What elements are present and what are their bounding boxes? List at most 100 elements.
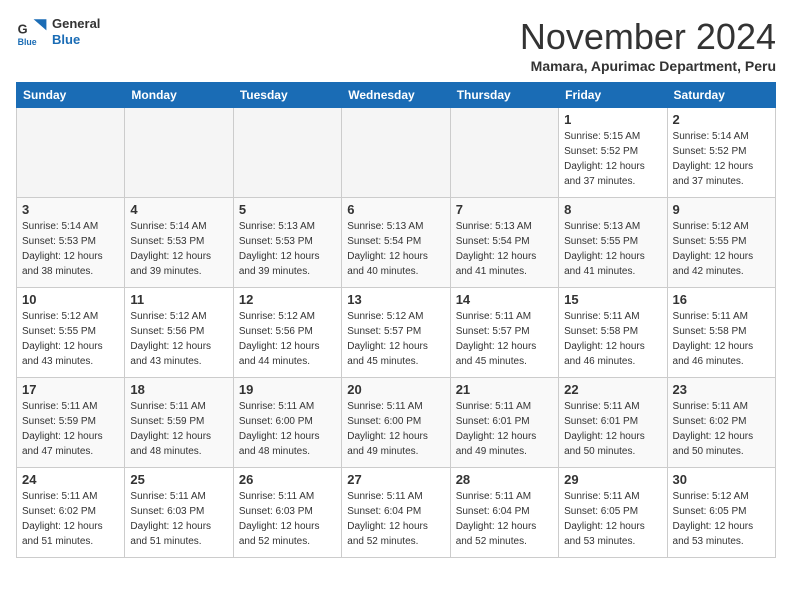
col-header-monday: Monday [125,83,233,108]
day-info: Sunrise: 5:13 AM Sunset: 5:54 PM Dayligh… [347,219,444,279]
calendar-cell: 2 Sunrise: 5:14 AM Sunset: 5:52 PM Daylig… [667,108,775,198]
calendar-cell: 20 Sunrise: 5:11 AM Sunset: 6:00 PM Dayli… [342,378,450,468]
day-number: 26 [239,472,336,487]
calendar-cell: 5 Sunrise: 5:13 AM Sunset: 5:53 PM Daylig… [233,198,341,288]
day-info: Sunrise: 5:11 AM Sunset: 6:03 PM Dayligh… [239,489,336,549]
day-info: Sunrise: 5:15 AM Sunset: 5:52 PM Dayligh… [564,129,661,189]
day-number: 8 [564,202,661,217]
day-number: 15 [564,292,661,307]
calendar-cell: 11 Sunrise: 5:12 AM Sunset: 5:56 PM Dayli… [125,288,233,378]
calendar-cell: 24 Sunrise: 5:11 AM Sunset: 6:02 PM Dayli… [17,468,125,558]
col-header-sunday: Sunday [17,83,125,108]
calendar-table: SundayMondayTuesdayWednesdayThursdayFrid… [16,82,776,558]
col-header-tuesday: Tuesday [233,83,341,108]
day-info: Sunrise: 5:12 AM Sunset: 5:56 PM Dayligh… [130,309,227,369]
svg-text:Blue: Blue [18,37,37,47]
calendar-cell: 28Sunrise: 5:11 AM Sunset: 6:04 PM Dayli… [450,468,558,558]
day-number: 17 [22,382,119,397]
logo-line1: General [52,16,100,32]
calendar-cell: 3 Sunrise: 5:14 AM Sunset: 5:53 PM Daylig… [17,198,125,288]
calendar-week-row: 17Sunrise: 5:11 AM Sunset: 5:59 PM Dayli… [17,378,776,468]
day-number: 4 [130,202,227,217]
day-number: 24 [22,472,119,487]
day-info: Sunrise: 5:11 AM Sunset: 6:04 PM Dayligh… [456,489,553,549]
page-header: G Blue General Blue November 2024 Mamara… [16,16,776,74]
calendar-cell: 9Sunrise: 5:12 AM Sunset: 5:55 PM Daylig… [667,198,775,288]
day-info: Sunrise: 5:11 AM Sunset: 6:03 PM Dayligh… [130,489,227,549]
day-number: 14 [456,292,553,307]
calendar-cell: 25 Sunrise: 5:11 AM Sunset: 6:03 PM Dayli… [125,468,233,558]
day-number: 16 [673,292,770,307]
day-info: Sunrise: 5:11 AM Sunset: 5:57 PM Dayligh… [456,309,553,369]
calendar-cell: 18Sunrise: 5:11 AM Sunset: 5:59 PM Dayli… [125,378,233,468]
day-info: Sunrise: 5:11 AM Sunset: 5:58 PM Dayligh… [673,309,770,369]
day-info: Sunrise: 5:11 AM Sunset: 6:00 PM Dayligh… [347,399,444,459]
day-info: Sunrise: 5:13 AM Sunset: 5:55 PM Dayligh… [564,219,661,279]
calendar-week-row: 3 Sunrise: 5:14 AM Sunset: 5:53 PM Daylig… [17,198,776,288]
day-number: 13 [347,292,444,307]
calendar-week-row: 10Sunrise: 5:12 AM Sunset: 5:55 PM Dayli… [17,288,776,378]
day-number: 1 [564,112,661,127]
day-number: 25 [130,472,227,487]
day-number: 20 [347,382,444,397]
logo-icon: G Blue [16,16,48,48]
calendar-week-row: 1 Sunrise: 5:15 AM Sunset: 5:52 PM Daylig… [17,108,776,198]
calendar-cell [233,108,341,198]
day-number: 21 [456,382,553,397]
day-info: Sunrise: 5:14 AM Sunset: 5:53 PM Dayligh… [130,219,227,279]
day-info: Sunrise: 5:14 AM Sunset: 5:53 PM Dayligh… [22,219,119,279]
col-header-saturday: Saturday [667,83,775,108]
day-number: 3 [22,202,119,217]
day-number: 27 [347,472,444,487]
day-info: Sunrise: 5:13 AM Sunset: 5:53 PM Dayligh… [239,219,336,279]
day-info: Sunrise: 5:11 AM Sunset: 6:00 PM Dayligh… [239,399,336,459]
col-header-thursday: Thursday [450,83,558,108]
calendar-cell: 19 Sunrise: 5:11 AM Sunset: 6:00 PM Dayli… [233,378,341,468]
day-info: Sunrise: 5:11 AM Sunset: 5:58 PM Dayligh… [564,309,661,369]
calendar-cell: 27 Sunrise: 5:11 AM Sunset: 6:04 PM Dayli… [342,468,450,558]
calendar-cell: 4 Sunrise: 5:14 AM Sunset: 5:53 PM Daylig… [125,198,233,288]
day-info: Sunrise: 5:14 AM Sunset: 5:52 PM Dayligh… [673,129,770,189]
logo: G Blue General Blue [16,16,100,48]
day-number: 19 [239,382,336,397]
calendar-cell: 30 Sunrise: 5:12 AM Sunset: 6:05 PM Dayli… [667,468,775,558]
day-info: Sunrise: 5:11 AM Sunset: 6:01 PM Dayligh… [456,399,553,459]
calendar-cell: 7 Sunrise: 5:13 AM Sunset: 5:54 PM Daylig… [450,198,558,288]
day-number: 30 [673,472,770,487]
calendar-cell [342,108,450,198]
calendar-cell: 21 Sunrise: 5:11 AM Sunset: 6:01 PM Dayli… [450,378,558,468]
day-info: Sunrise: 5:11 AM Sunset: 6:05 PM Dayligh… [564,489,661,549]
day-number: 6 [347,202,444,217]
day-number: 9 [673,202,770,217]
day-number: 2 [673,112,770,127]
day-info: Sunrise: 5:11 AM Sunset: 6:02 PM Dayligh… [22,489,119,549]
calendar-week-row: 24 Sunrise: 5:11 AM Sunset: 6:02 PM Dayli… [17,468,776,558]
calendar-cell [17,108,125,198]
col-header-wednesday: Wednesday [342,83,450,108]
day-number: 29 [564,472,661,487]
day-number: 23 [673,382,770,397]
calendar-cell: 16 Sunrise: 5:11 AM Sunset: 5:58 PM Dayli… [667,288,775,378]
title-block: November 2024 Mamara, Apurimac Departmen… [520,16,776,74]
day-number: 18 [130,382,227,397]
day-number: 12 [239,292,336,307]
day-info: Sunrise: 5:11 AM Sunset: 6:01 PM Dayligh… [564,399,661,459]
calendar-cell [125,108,233,198]
day-info: Sunrise: 5:12 AM Sunset: 5:57 PM Dayligh… [347,309,444,369]
calendar-cell: 8 Sunrise: 5:13 AM Sunset: 5:55 PM Daylig… [559,198,667,288]
calendar-cell: 17Sunrise: 5:11 AM Sunset: 5:59 PM Dayli… [17,378,125,468]
calendar-cell: 12 Sunrise: 5:12 AM Sunset: 5:56 PM Dayli… [233,288,341,378]
svg-text:G: G [18,22,28,37]
logo-line2: Blue [52,32,100,48]
day-info: Sunrise: 5:12 AM Sunset: 5:56 PM Dayligh… [239,309,336,369]
calendar-cell: 1 Sunrise: 5:15 AM Sunset: 5:52 PM Daylig… [559,108,667,198]
col-header-friday: Friday [559,83,667,108]
day-info: Sunrise: 5:11 AM Sunset: 6:04 PM Dayligh… [347,489,444,549]
day-info: Sunrise: 5:12 AM Sunset: 6:05 PM Dayligh… [673,489,770,549]
day-info: Sunrise: 5:13 AM Sunset: 5:54 PM Dayligh… [456,219,553,279]
day-number: 11 [130,292,227,307]
day-number: 10 [22,292,119,307]
day-number: 5 [239,202,336,217]
location-subtitle: Mamara, Apurimac Department, Peru [520,58,776,74]
day-number: 7 [456,202,553,217]
